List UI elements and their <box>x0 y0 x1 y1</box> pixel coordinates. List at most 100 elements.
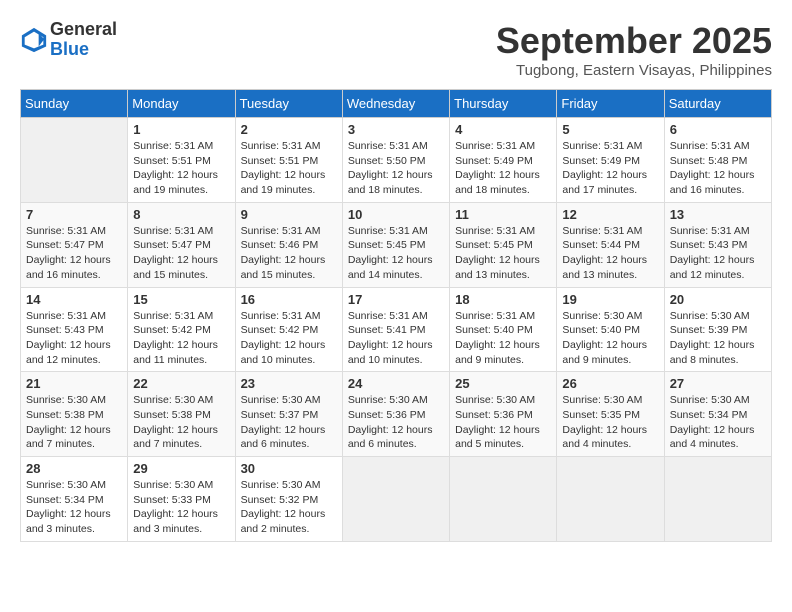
day-number: 2 <box>241 122 337 137</box>
day-detail: Sunrise: 5:31 AMSunset: 5:49 PMDaylight:… <box>455 139 551 198</box>
logo-icon <box>20 26 48 54</box>
day-number: 14 <box>26 292 122 307</box>
day-detail: Sunrise: 5:31 AMSunset: 5:42 PMDaylight:… <box>241 309 337 368</box>
month-title: September 2025 <box>496 20 772 62</box>
day-number: 6 <box>670 122 766 137</box>
calendar-table: SundayMondayTuesdayWednesdayThursdayFrid… <box>20 89 772 542</box>
day-detail: Sunrise: 5:31 AMSunset: 5:51 PMDaylight:… <box>241 139 337 198</box>
calendar-cell: 27Sunrise: 5:30 AMSunset: 5:34 PMDayligh… <box>664 372 771 457</box>
calendar-week-row: 14 Sunrise: 5:31 AMSunset: 5:43 PMDayligh… <box>21 287 772 372</box>
day-detail: Sunrise: 5:31 AMSunset: 5:43 PMDaylight:… <box>670 224 766 283</box>
day-detail: Sunrise: 5:31 AMSunset: 5:44 PMDaylight:… <box>562 224 658 283</box>
calendar-week-row: 21 Sunrise: 5:30 AMSunset: 5:38 PMDayligh… <box>21 372 772 457</box>
weekday-header: Sunday <box>21 90 128 118</box>
calendar-cell: 17 Sunrise: 5:31 AMSunset: 5:41 PMDayligh… <box>342 287 449 372</box>
page-header: General Blue September 2025 Tugbong, Eas… <box>20 20 772 79</box>
day-number: 25 <box>455 376 551 391</box>
calendar-week-row: 7 Sunrise: 5:31 AMSunset: 5:47 PMDaylight… <box>21 202 772 287</box>
day-number: 16 <box>241 292 337 307</box>
calendar-cell: 9Sunrise: 5:31 AMSunset: 5:46 PMDaylight… <box>235 202 342 287</box>
calendar-cell: 25 Sunrise: 5:30 AMSunset: 5:36 PMDayligh… <box>450 372 557 457</box>
weekday-header: Saturday <box>664 90 771 118</box>
calendar-cell: 23 Sunrise: 5:30 AMSunset: 5:37 PMDayligh… <box>235 372 342 457</box>
calendar-cell <box>450 457 557 542</box>
day-number: 22 <box>133 376 229 391</box>
logo: General Blue <box>20 20 117 60</box>
day-detail: Sunrise: 5:30 AMSunset: 5:32 PMDaylight:… <box>241 478 337 537</box>
location-title: Tugbong, Eastern Visayas, Philippines <box>496 62 772 79</box>
day-number: 5 <box>562 122 658 137</box>
calendar-week-row: 28 Sunrise: 5:30 AMSunset: 5:34 PMDayligh… <box>21 457 772 542</box>
weekday-header: Monday <box>128 90 235 118</box>
day-number: 30 <box>241 461 337 476</box>
day-detail: Sunrise: 5:31 AMSunset: 5:43 PMDaylight:… <box>26 309 122 368</box>
day-number: 15 <box>133 292 229 307</box>
calendar-cell: 26 Sunrise: 5:30 AMSunset: 5:35 PMDayligh… <box>557 372 664 457</box>
calendar-cell: 6 Sunrise: 5:31 AMSunset: 5:48 PMDaylight… <box>664 118 771 203</box>
calendar-cell <box>342 457 449 542</box>
calendar-cell: 13 Sunrise: 5:31 AMSunset: 5:43 PMDayligh… <box>664 202 771 287</box>
weekday-header: Friday <box>557 90 664 118</box>
calendar-cell <box>21 118 128 203</box>
day-detail: Sunrise: 5:31 AMSunset: 5:45 PMDaylight:… <box>348 224 444 283</box>
day-detail: Sunrise: 5:30 AMSunset: 5:36 PMDaylight:… <box>455 393 551 452</box>
calendar-week-row: 1Sunrise: 5:31 AMSunset: 5:51 PMDaylight… <box>21 118 772 203</box>
day-number: 9 <box>241 207 337 222</box>
day-detail: Sunrise: 5:30 AMSunset: 5:35 PMDaylight:… <box>562 393 658 452</box>
day-detail: Sunrise: 5:31 AMSunset: 5:41 PMDaylight:… <box>348 309 444 368</box>
calendar-cell: 2 Sunrise: 5:31 AMSunset: 5:51 PMDaylight… <box>235 118 342 203</box>
day-detail: Sunrise: 5:30 AMSunset: 5:33 PMDaylight:… <box>133 478 229 537</box>
title-area: September 2025 Tugbong, Eastern Visayas,… <box>496 20 772 79</box>
calendar-cell: 16 Sunrise: 5:31 AMSunset: 5:42 PMDayligh… <box>235 287 342 372</box>
day-detail: Sunrise: 5:30 AMSunset: 5:37 PMDaylight:… <box>241 393 337 452</box>
day-number: 23 <box>241 376 337 391</box>
day-number: 28 <box>26 461 122 476</box>
day-number: 17 <box>348 292 444 307</box>
calendar-cell: 4 Sunrise: 5:31 AMSunset: 5:49 PMDaylight… <box>450 118 557 203</box>
day-detail: Sunrise: 5:31 AMSunset: 5:42 PMDaylight:… <box>133 309 229 368</box>
calendar-cell: 7Sunrise: 5:31 AMSunset: 5:47 PMDaylight… <box>21 202 128 287</box>
calendar-cell: 14 Sunrise: 5:31 AMSunset: 5:43 PMDayligh… <box>21 287 128 372</box>
calendar-cell: 1Sunrise: 5:31 AMSunset: 5:51 PMDaylight… <box>128 118 235 203</box>
day-number: 26 <box>562 376 658 391</box>
day-number: 11 <box>455 207 551 222</box>
weekday-header: Wednesday <box>342 90 449 118</box>
calendar-header-row: SundayMondayTuesdayWednesdayThursdayFrid… <box>21 90 772 118</box>
day-number: 19 <box>562 292 658 307</box>
calendar-cell: 3Sunrise: 5:31 AMSunset: 5:50 PMDaylight… <box>342 118 449 203</box>
day-detail: Sunrise: 5:31 AMSunset: 5:47 PMDaylight:… <box>133 224 229 283</box>
day-number: 20 <box>670 292 766 307</box>
day-number: 24 <box>348 376 444 391</box>
day-number: 13 <box>670 207 766 222</box>
calendar-cell: 28 Sunrise: 5:30 AMSunset: 5:34 PMDayligh… <box>21 457 128 542</box>
day-number: 4 <box>455 122 551 137</box>
day-detail: Sunrise: 5:30 AMSunset: 5:40 PMDaylight:… <box>562 309 658 368</box>
calendar-cell: 10 Sunrise: 5:31 AMSunset: 5:45 PMDayligh… <box>342 202 449 287</box>
day-detail: Sunrise: 5:30 AMSunset: 5:38 PMDaylight:… <box>133 393 229 452</box>
calendar-cell: 19 Sunrise: 5:30 AMSunset: 5:40 PMDayligh… <box>557 287 664 372</box>
calendar-cell: 8 Sunrise: 5:31 AMSunset: 5:47 PMDaylight… <box>128 202 235 287</box>
day-number: 27 <box>670 376 766 391</box>
day-number: 21 <box>26 376 122 391</box>
day-detail: Sunrise: 5:30 AMSunset: 5:38 PMDaylight:… <box>26 393 122 452</box>
calendar-cell <box>557 457 664 542</box>
weekday-header: Thursday <box>450 90 557 118</box>
day-detail: Sunrise: 5:30 AMSunset: 5:34 PMDaylight:… <box>26 478 122 537</box>
day-detail: Sunrise: 5:31 AMSunset: 5:51 PMDaylight:… <box>133 139 229 198</box>
day-detail: Sunrise: 5:31 AMSunset: 5:40 PMDaylight:… <box>455 309 551 368</box>
day-number: 8 <box>133 207 229 222</box>
calendar-cell: 20Sunrise: 5:30 AMSunset: 5:39 PMDayligh… <box>664 287 771 372</box>
day-number: 18 <box>455 292 551 307</box>
calendar-cell: 24Sunrise: 5:30 AMSunset: 5:36 PMDayligh… <box>342 372 449 457</box>
calendar-cell: 11Sunrise: 5:31 AMSunset: 5:45 PMDayligh… <box>450 202 557 287</box>
calendar-cell <box>664 457 771 542</box>
weekday-header: Tuesday <box>235 90 342 118</box>
day-detail: Sunrise: 5:31 AMSunset: 5:48 PMDaylight:… <box>670 139 766 198</box>
calendar-cell: 5Sunrise: 5:31 AMSunset: 5:49 PMDaylight… <box>557 118 664 203</box>
day-number: 7 <box>26 207 122 222</box>
calendar-cell: 21 Sunrise: 5:30 AMSunset: 5:38 PMDayligh… <box>21 372 128 457</box>
day-number: 10 <box>348 207 444 222</box>
calendar-cell: 12Sunrise: 5:31 AMSunset: 5:44 PMDayligh… <box>557 202 664 287</box>
day-detail: Sunrise: 5:31 AMSunset: 5:50 PMDaylight:… <box>348 139 444 198</box>
calendar-cell: 22 Sunrise: 5:30 AMSunset: 5:38 PMDayligh… <box>128 372 235 457</box>
